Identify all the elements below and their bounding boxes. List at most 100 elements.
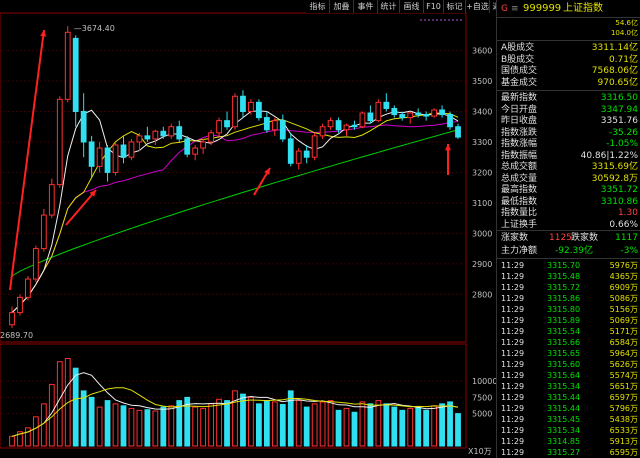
candle-body [104,147,111,173]
candle-body [407,112,414,119]
candle-body [248,101,254,112]
candle-body [184,138,191,155]
tick-cell: 11:29 [501,349,525,358]
turnover-label: B股成交 [501,54,535,65]
tick-cell: 11:29 [501,316,525,325]
volume-bar [120,405,127,447]
tick-row: 11:29 3315.86 5086万 [497,293,640,304]
toolbar-item-0[interactable]: 指标 [306,0,330,13]
y-tick-label: 3400 [472,107,492,116]
volume-bar [423,409,430,447]
volume-bar [128,407,135,447]
stat-row: 指数涨跌 -35.26 [497,127,640,139]
toolbar-item-1[interactable]: 加叠 [330,0,354,13]
toolbar-item-2[interactable]: 事件 [354,0,378,13]
tick-cell: 11:29 [501,404,525,413]
stat-label: 今日开盘 [501,104,538,115]
vol-tick-label: 10000 [472,377,496,386]
tick-cell: 5913万 [609,437,638,446]
ma-long-line [11,129,459,277]
stat-value: 1.30 [617,208,638,218]
volume-bar [431,405,438,447]
stat-label: 最新指数 [501,93,538,103]
candle-body [271,120,278,131]
candle-body [128,141,135,158]
tick-cell: 3315.60 [547,360,581,369]
menu-icon[interactable]: ≡ [511,0,519,18]
volume-bar [224,400,230,447]
candle-body [279,120,286,140]
tick-cell: 3315.70 [547,261,581,270]
volume-bar [343,407,350,447]
candle-body [335,120,342,131]
tick-cell: 5086万 [609,294,638,303]
candle-body [399,114,406,119]
toolbar-item-6[interactable]: 标记 [444,0,466,13]
candle-body [25,278,31,298]
tick-row: 11:29 3315.66 6584万 [497,337,640,348]
volume-bar [447,401,453,447]
tick-cell: 11:29 [501,426,525,435]
candle-body [32,248,39,280]
tick-cell: 5069万 [609,316,638,325]
tick-cell: 6595万 [609,448,638,457]
tick-cell: 5796万 [609,404,638,413]
candle-body [96,147,103,167]
stock-name: 上证指数 [563,3,603,14]
candle-body [88,141,95,167]
tick-row: 11:29 3315.70 5976万 [497,260,640,271]
volume-bar [455,413,461,447]
candle-body [391,107,398,116]
candle-body [216,120,222,134]
stat-label: 指数涨幅 [501,139,538,149]
tick-row: 11:29 3315.44 5796万 [497,403,640,414]
tick-cell: 3315.80 [547,305,581,314]
stat-row: 上证换手 0.66% [497,219,640,231]
tick-row: 11:29 3315.44 6597万 [497,392,640,403]
kline-chart[interactable]: 3600 3500 3400 3300 3200 3100 3000 2900 2800 —367… [0,0,512,458]
tick-cell: 3315.66 [547,338,581,347]
stat-label: 最高指数 [501,185,538,195]
volume-bar [112,403,119,447]
stat-value: 3351.72 [600,185,638,195]
tick-cell: 3315.89 [547,316,581,325]
tick-row: 11:29 3315.60 5626万 [497,359,640,370]
stat-row: 指数涨幅 -1.05% [497,138,640,150]
candle-body [112,144,119,173]
candle-body [48,184,55,216]
stat-label: 指数振幅 [501,150,538,161]
volume-bar [399,409,406,447]
candle-body [240,95,246,112]
stat-row: 最低指数 3310.86 [497,196,640,208]
tick-cell: 5976万 [609,261,638,270]
candle-body [367,112,374,122]
tick-cell: 11:29 [501,393,525,402]
turnover-row: 国债成交 7568.06亿 [497,65,640,77]
candle-body [431,109,438,117]
volume-bar [407,407,414,447]
candle-body [152,130,159,140]
candle-body [287,138,294,164]
tick-cell: 3315.44 [547,404,581,413]
volume-bar [9,435,15,447]
tick-row: 11:29 3315.45 5438万 [497,414,640,425]
toolbar-item-3[interactable]: 统计 [378,0,400,13]
turnover-row: B股成交 0.71亿 [497,54,640,66]
candle-body [144,135,151,140]
candle-body [192,147,199,155]
kline-svg[interactable]: 3600 3500 3400 3300 3200 3100 3000 2900 2800 —367… [0,0,496,458]
toolbar-item-7[interactable]: +自选 [466,0,490,13]
y-tick-label: 3000 [472,229,492,238]
mini-stat-2: 104.0亿 [610,29,638,37]
tick-cell: 3315.34 [547,426,581,435]
tick-cell: 3315.27 [547,448,581,457]
volume-bar [72,367,79,447]
candle-body [327,120,334,128]
toolbar-item-5[interactable]: F10 [424,0,444,13]
toolbar-item-4[interactable]: 画线 [400,0,424,13]
volume-bar [25,427,31,447]
volume-bar [152,410,159,447]
candle-body [343,124,350,131]
volume-bar [248,396,254,447]
y-tick-label: 2900 [472,260,492,269]
